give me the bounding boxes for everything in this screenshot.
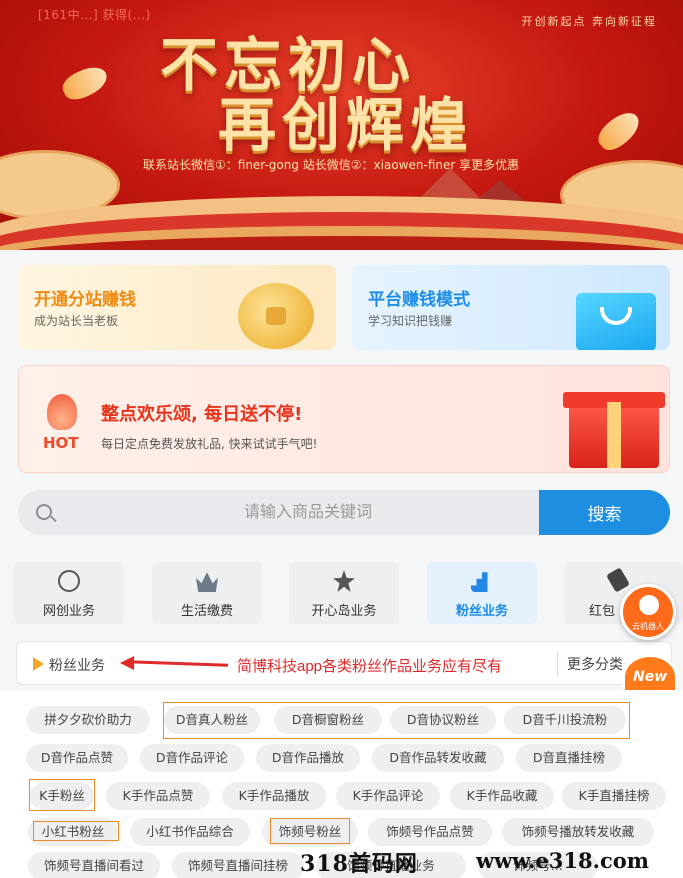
headset-icon <box>639 595 659 615</box>
tab-life-payment[interactable]: 生活缴费 <box>152 562 262 624</box>
highlight-box <box>270 818 350 844</box>
more-categories-button[interactable]: 更多分类 <box>567 654 623 674</box>
chip[interactable]: D音作品点赞 <box>26 744 128 772</box>
search-input[interactable] <box>78 490 538 535</box>
highlight-box <box>29 779 95 811</box>
gift-box-icon <box>563 392 665 468</box>
hourly-gift-banner[interactable]: HOT 整点欢乐颂, 每日送不停! 每日定点免费发放礼品, 快来试试手气吧! <box>18 365 670 473</box>
chip[interactable]: 饰频号作品点赞 <box>368 818 492 846</box>
card-subtitle: 成为站长当老板 <box>34 314 119 328</box>
shopping-bag-icon <box>576 293 656 350</box>
triangle-marker-icon <box>33 657 44 671</box>
red-packet-icon <box>606 567 630 593</box>
chip[interactable]: 饰频号直播间看过 <box>28 852 160 878</box>
koi-fish-icon <box>58 61 112 105</box>
new-label: New <box>633 669 668 685</box>
tab-label: 开心岛业务 <box>311 604 377 619</box>
chip[interactable]: K手作品播放 <box>222 782 326 810</box>
tab-web-business[interactable]: 网创业务 <box>14 562 124 624</box>
highlight-box <box>33 821 119 841</box>
open-substation-card[interactable]: 开通分站赚钱 成为站长当老板 <box>18 265 336 350</box>
customer-service-button[interactable]: 云机器人 <box>620 584 676 640</box>
fans-chart-icon <box>471 572 488 592</box>
section-title: 粉丝业务 <box>49 658 105 674</box>
chip[interactable]: K手直播挂榜 <box>562 782 666 810</box>
hot-badge: HOT <box>43 434 79 452</box>
tab-label: 粉丝业务 <box>455 604 508 619</box>
hot-subtitle: 每日定点免费发放礼品, 快来试试手气吧! <box>101 437 318 451</box>
chip[interactable]: K手作品评论 <box>336 782 440 810</box>
chip[interactable]: D音作品播放 <box>256 744 360 772</box>
annotation-arrow-head <box>120 656 134 670</box>
card-subtitle: 学习知识把钱赚 <box>368 314 453 328</box>
divider <box>557 652 558 676</box>
chip[interactable]: 拼夕夕砍价助力 <box>26 706 150 734</box>
watermark-right: www.e318.com <box>476 848 649 873</box>
chip[interactable]: 小红书作品综合 <box>130 818 250 846</box>
chip[interactable]: D音直播挂榜 <box>516 744 622 772</box>
banner-slogan: 开创新起点 奔向新征程 <box>521 15 657 28</box>
globe-icon <box>58 570 80 592</box>
coin-icon <box>238 283 314 349</box>
chip[interactable]: D音作品评论 <box>140 744 244 772</box>
tab-happy-island[interactable]: 开心岛业务 <box>289 562 399 624</box>
search-icon <box>36 504 52 520</box>
star-icon <box>333 570 355 592</box>
hero-banner[interactable]: [161中...] 获得(...) 开创新起点 奔向新征程 不忘初心 再创辉煌 … <box>0 0 683 250</box>
card-title: 开通分站赚钱 <box>34 290 136 310</box>
chip[interactable]: K手作品点赞 <box>106 782 210 810</box>
tab-label: 网创业务 <box>42 604 95 619</box>
banner-title-line2: 再创辉煌 <box>218 91 475 159</box>
platform-earning-card[interactable]: 平台赚钱模式 学习知识把钱赚 <box>352 265 670 350</box>
search-button[interactable]: 搜索 <box>539 490 670 535</box>
chip[interactable]: 饰频号直播间挂榜 <box>172 852 304 878</box>
service-label: 云机器人 <box>632 622 664 631</box>
highlight-box <box>163 702 630 739</box>
crown-icon <box>196 572 218 592</box>
annotation-text: 简博科技app各类粉丝作品业务应有尽有 <box>237 658 503 675</box>
flame-icon <box>47 394 77 430</box>
hot-title: 整点欢乐颂, 每日送不停! <box>101 404 303 425</box>
koi-fish-icon <box>593 106 645 156</box>
chip[interactable]: D音作品转发收藏 <box>372 744 504 772</box>
watermark-left: 318首码网 <box>300 851 418 877</box>
tab-label: 生活缴费 <box>180 604 233 619</box>
tab-fans-business[interactable]: 粉丝业务 <box>427 562 537 624</box>
chip[interactable]: K手作品收藏 <box>450 782 554 810</box>
marquee-text: [161中...] 获得(...) <box>38 8 151 22</box>
card-title: 平台赚钱模式 <box>368 290 470 310</box>
search-bar: 搜索 <box>18 490 670 535</box>
chip[interactable]: 饰频号播放转发收藏 <box>502 818 654 846</box>
